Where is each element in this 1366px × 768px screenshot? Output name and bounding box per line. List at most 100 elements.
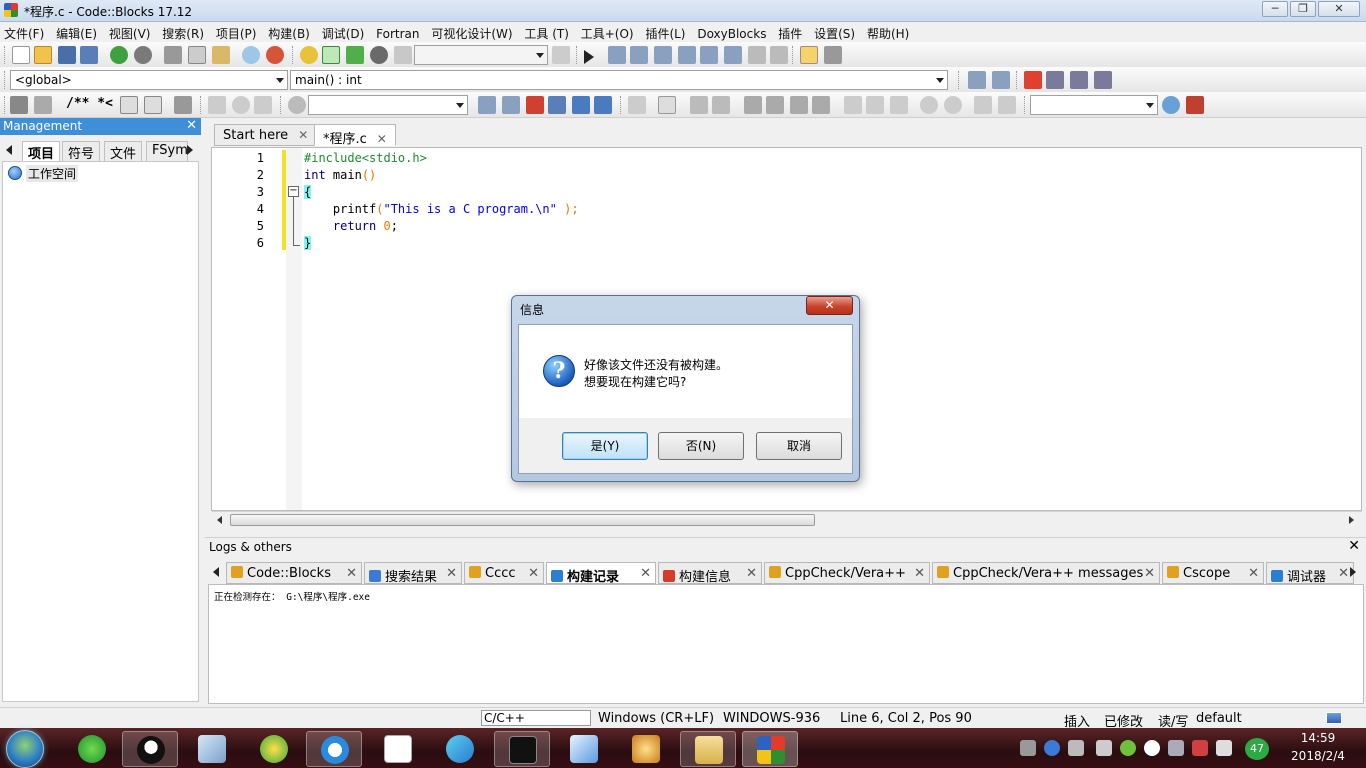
step-instruction-icon[interactable] bbox=[724, 46, 742, 64]
menu-help[interactable]: 帮助(H) bbox=[863, 22, 913, 42]
tab-projects[interactable]: 项目 bbox=[22, 141, 61, 162]
stop-debugger-icon[interactable] bbox=[770, 46, 788, 64]
workspace-node[interactable]: 工作空间 bbox=[26, 165, 79, 182]
redo-icon[interactable] bbox=[134, 46, 152, 64]
build-target-dropdown[interactable] bbox=[414, 45, 548, 65]
network-signal-icon[interactable] bbox=[1216, 740, 1232, 756]
menu-doxyblocks[interactable]: DoxyBlocks bbox=[693, 24, 770, 41]
step-into-icon[interactable] bbox=[654, 46, 672, 64]
taskbar-explorer-app[interactable] bbox=[680, 731, 736, 767]
build-gear-icon[interactable] bbox=[300, 46, 318, 64]
menu-build[interactable]: 构建(B) bbox=[264, 22, 314, 42]
new-file-icon[interactable] bbox=[12, 46, 30, 64]
scope-dropdown[interactable]: <global> bbox=[10, 70, 288, 90]
menu-edit[interactable]: 编辑(E) bbox=[52, 22, 101, 42]
fold-toggle-icon[interactable]: − bbox=[288, 186, 299, 197]
next-line-icon[interactable] bbox=[630, 46, 648, 64]
close-tab-icon[interactable]: ✕ bbox=[914, 566, 925, 581]
wx-layout-1-icon[interactable] bbox=[844, 96, 862, 114]
highlight-icon[interactable] bbox=[232, 96, 250, 114]
logs-tab[interactable]: 调试器 ✕ bbox=[1266, 562, 1354, 585]
scroll-left-icon[interactable] bbox=[217, 516, 222, 524]
code-line[interactable]: printf("This is a C program.\n" ); bbox=[304, 202, 579, 216]
run-html-icon[interactable] bbox=[120, 96, 138, 114]
taskbar-codeblocks-app[interactable] bbox=[742, 731, 798, 767]
next-instruction-icon[interactable] bbox=[700, 46, 718, 64]
abort-icon[interactable] bbox=[394, 46, 412, 64]
logs-scroll-left-icon[interactable] bbox=[213, 567, 219, 577]
logs-tab[interactable]: 搜索结果 ✕ bbox=[364, 562, 462, 585]
incremental-search-input[interactable] bbox=[308, 95, 468, 115]
editor-horizontal-scrollbar[interactable] bbox=[212, 511, 1362, 527]
save-all-icon[interactable] bbox=[80, 46, 98, 64]
taskbar-mail-app[interactable] bbox=[556, 731, 612, 767]
code-line[interactable]: } bbox=[304, 236, 312, 250]
taskbar-console-app[interactable] bbox=[494, 731, 550, 767]
tab-symbols[interactable]: 符号 bbox=[62, 141, 101, 162]
replace-icon[interactable] bbox=[266, 46, 284, 64]
debug-continue-icon[interactable] bbox=[584, 50, 594, 64]
tray-360-icon[interactable] bbox=[1120, 740, 1136, 756]
symbol-find-icon[interactable] bbox=[1162, 96, 1180, 114]
minimize-button[interactable]: ─ bbox=[1262, 1, 1288, 17]
jump-back-icon[interactable] bbox=[968, 71, 986, 89]
dialog-close-button[interactable]: ✕ bbox=[806, 296, 853, 315]
close-tab-icon[interactable]: ✕ bbox=[1248, 566, 1259, 581]
prev-occurrence-icon[interactable] bbox=[208, 96, 226, 114]
step-out-icon[interactable] bbox=[678, 46, 696, 64]
symbol-search-input[interactable] bbox=[1030, 95, 1158, 115]
tray-arrow-icon[interactable] bbox=[1068, 740, 1084, 756]
start-button[interactable] bbox=[6, 730, 44, 768]
tabs-scroll-left-icon[interactable] bbox=[6, 145, 12, 155]
tray-security-icon[interactable] bbox=[1192, 740, 1208, 756]
symbol-c-icon[interactable] bbox=[998, 96, 1016, 114]
config-wrench-icon[interactable] bbox=[174, 96, 192, 114]
copy-icon[interactable] bbox=[188, 46, 206, 64]
scroll-right-icon[interactable] bbox=[1349, 516, 1354, 524]
search-next-icon[interactable] bbox=[502, 96, 520, 114]
wx-sizer-3-icon[interactable] bbox=[790, 96, 808, 114]
clear-search-icon[interactable] bbox=[288, 96, 306, 114]
taskbar-browser-app[interactable] bbox=[306, 731, 362, 767]
tabs-scroll-right-icon[interactable] bbox=[187, 145, 193, 155]
build-run-icon[interactable] bbox=[346, 46, 364, 64]
cut-icon[interactable] bbox=[164, 46, 182, 64]
tab-start-here[interactable]: Start here ✕ bbox=[214, 124, 318, 146]
pause-icon[interactable] bbox=[748, 46, 766, 64]
close-tab-icon[interactable]: ✕ bbox=[346, 566, 357, 581]
close-tab-icon[interactable]: ✕ bbox=[746, 566, 757, 581]
menu-debug[interactable]: 调试(D) bbox=[318, 22, 369, 42]
jump-forward-icon[interactable] bbox=[992, 71, 1010, 89]
next-bookmark-icon[interactable] bbox=[1070, 71, 1088, 89]
keyboard-icon[interactable] bbox=[1020, 740, 1036, 756]
menu-view[interactable]: 视图(V) bbox=[105, 22, 155, 42]
close-tab-icon[interactable]: ✕ bbox=[377, 132, 387, 146]
wx-sizer-2-icon[interactable] bbox=[766, 96, 784, 114]
debug-info-icon[interactable] bbox=[824, 46, 842, 64]
toggle-bookmark-icon[interactable] bbox=[1024, 71, 1042, 89]
zoom-out-icon[interactable] bbox=[944, 96, 962, 114]
find-icon[interactable] bbox=[242, 46, 260, 64]
search-prev-icon[interactable] bbox=[478, 96, 496, 114]
clock-time[interactable]: 14:59 bbox=[1290, 731, 1346, 745]
help-icon[interactable] bbox=[1044, 740, 1060, 756]
tab-files[interactable]: 文件 bbox=[104, 141, 143, 162]
run-chm-icon[interactable] bbox=[144, 96, 162, 114]
management-close-icon[interactable]: ✕ bbox=[186, 118, 197, 133]
rebuild-icon[interactable] bbox=[370, 46, 388, 64]
select-target-icon[interactable] bbox=[552, 46, 570, 64]
close-tab-icon[interactable]: ✕ bbox=[640, 566, 651, 581]
symbol-s-icon[interactable] bbox=[974, 96, 992, 114]
clock-date[interactable]: 2018/2/4 bbox=[1287, 749, 1349, 763]
taskbar-wifi-app[interactable] bbox=[64, 731, 120, 767]
taskbar-video-app[interactable] bbox=[432, 731, 488, 767]
menu-project[interactable]: 项目(P) bbox=[212, 22, 261, 42]
wx-text-icon[interactable] bbox=[712, 96, 730, 114]
menu-plugins-2[interactable]: 插件 bbox=[774, 22, 806, 42]
save-icon[interactable] bbox=[58, 46, 76, 64]
regex-icon[interactable] bbox=[594, 96, 612, 114]
clear-bookmarks-icon[interactable] bbox=[1094, 71, 1112, 89]
run-icon[interactable] bbox=[322, 46, 340, 64]
taskbar-360-app[interactable] bbox=[246, 731, 302, 767]
highlight-all-icon[interactable] bbox=[526, 96, 544, 114]
